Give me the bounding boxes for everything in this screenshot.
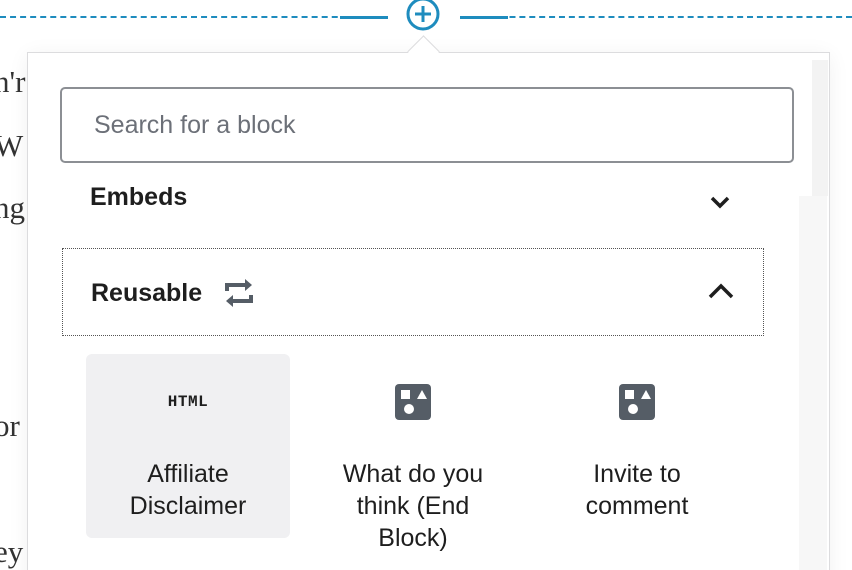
add-block-button[interactable] xyxy=(405,0,441,32)
block-search-input[interactable] xyxy=(62,89,792,161)
search-field-container xyxy=(60,87,794,163)
panel-embeds-title: Embeds xyxy=(90,183,188,211)
plus-circle-icon xyxy=(406,0,440,31)
background-text-line: n'r xyxy=(0,64,26,99)
inserter-divider-right-solid xyxy=(460,16,508,19)
block-item-label: Invite to comment xyxy=(585,460,689,520)
background-text-line: or xyxy=(0,408,20,443)
scrollbar-track-top xyxy=(812,60,828,196)
background-text-line: ey xyxy=(0,534,24,569)
block-item-affiliate-disclaimer[interactable]: HTML Affiliate Disclaimer xyxy=(86,354,290,538)
chevron-up-icon xyxy=(708,283,734,299)
block-item-what-do-you-think[interactable]: What do you think (End Block) xyxy=(311,354,515,552)
panel-reusable-title: Reusable xyxy=(91,279,203,307)
block-item-label: Affiliate Disclaimer xyxy=(129,460,247,520)
html-icon: HTML xyxy=(86,384,290,420)
editor-canvas: n'r W ng or ey Embeds Reusable xyxy=(0,0,852,570)
background-text-line: ng xyxy=(0,190,25,225)
chevron-down-icon xyxy=(710,196,730,209)
scrollbar-track[interactable] xyxy=(799,196,827,570)
html-icon-label: HTML xyxy=(167,393,209,411)
block-default-icon-wrap xyxy=(535,384,739,420)
panel-embeds[interactable]: Embeds xyxy=(60,176,764,224)
reusable-block-icon xyxy=(225,279,253,307)
panel-reusable[interactable]: Reusable xyxy=(62,248,764,336)
block-item-label: What do you think (End Block) xyxy=(342,460,484,552)
inserter-divider-left-solid xyxy=(340,16,388,19)
block-default-icon xyxy=(395,384,431,420)
block-item-invite-to-comment[interactable]: Invite to comment xyxy=(535,354,739,538)
inserter-divider-right xyxy=(460,16,852,18)
background-text-line: W xyxy=(0,128,24,163)
block-default-icon-wrap xyxy=(311,384,515,420)
inserter-divider-left xyxy=(0,16,388,18)
block-default-icon xyxy=(619,384,655,420)
